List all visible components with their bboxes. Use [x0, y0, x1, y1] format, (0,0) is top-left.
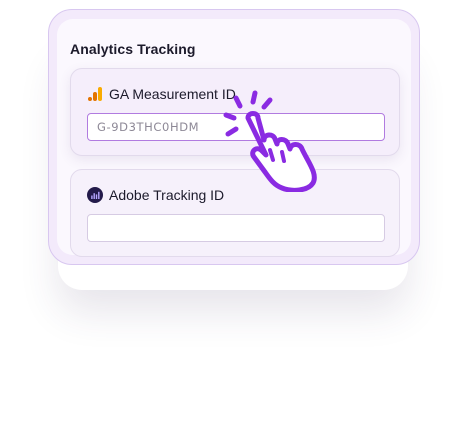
adobe-analytics-icon — [87, 187, 103, 203]
google-analytics-icon — [87, 86, 103, 102]
tap-hand-icon — [223, 90, 317, 192]
adobe-label-row: Adobe Tracking ID — [87, 187, 224, 203]
card-title: Analytics Tracking — [70, 41, 196, 57]
adobe-tracking-id-input[interactable] — [87, 214, 385, 242]
stage: Analytics Tracking GA Measurement ID G-9… — [0, 0, 472, 434]
ga-label: GA Measurement ID — [109, 86, 236, 102]
ga-label-row: GA Measurement ID — [87, 86, 236, 102]
adobe-label: Adobe Tracking ID — [109, 187, 225, 203]
